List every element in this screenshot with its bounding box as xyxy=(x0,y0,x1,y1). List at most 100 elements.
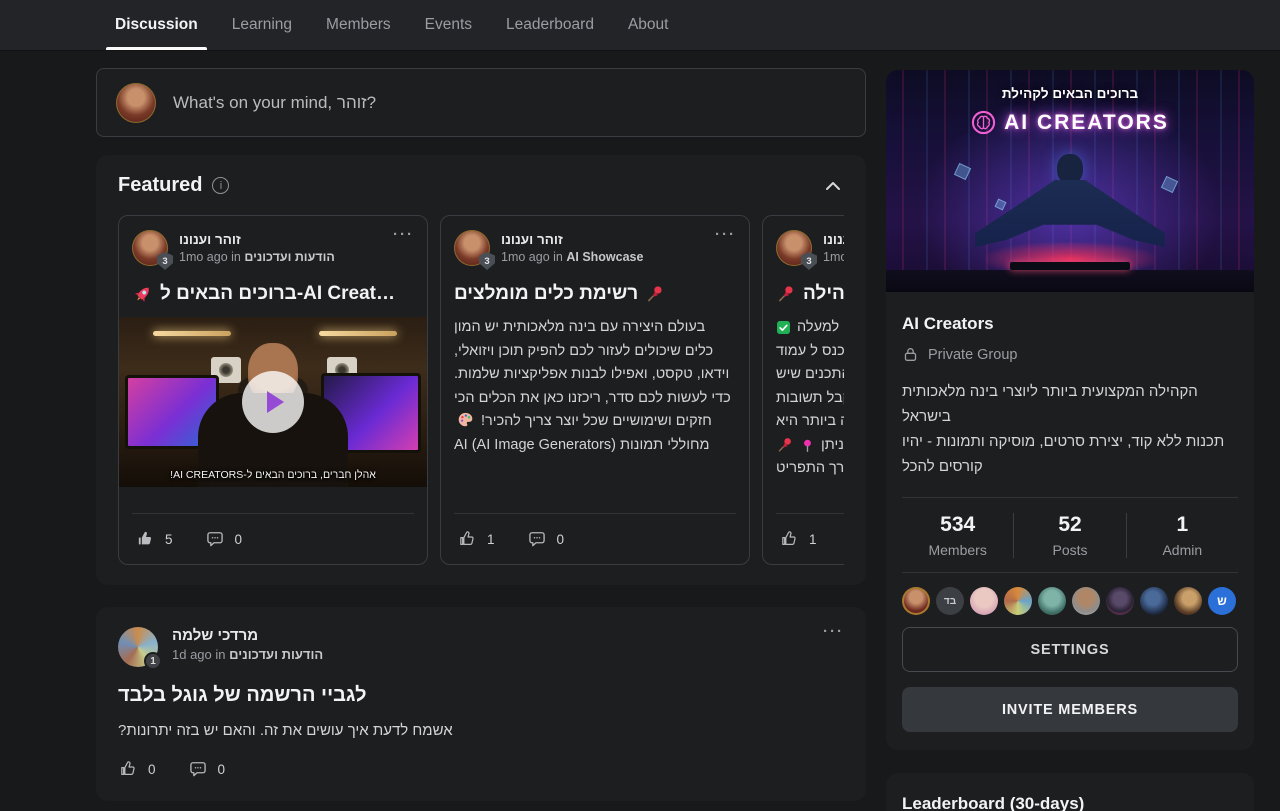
play-button[interactable] xyxy=(242,371,304,433)
member-avatars-row: בד ש xyxy=(902,573,1238,615)
tab-learning[interactable]: Learning xyxy=(232,0,292,50)
author-avatar[interactable]: 1 xyxy=(118,627,158,667)
brain-logo-icon xyxy=(971,110,996,135)
like-count: 1 xyxy=(809,532,817,547)
privacy-label: Private Group xyxy=(928,347,1017,363)
kebab-menu-icon[interactable]: ··· xyxy=(393,230,414,240)
like-button[interactable] xyxy=(118,759,138,779)
member-avatar[interactable] xyxy=(1140,587,1168,615)
post-title-text: ברוכים הבאים ל-AI Creat… xyxy=(160,283,395,305)
tab-about[interactable]: About xyxy=(628,0,669,50)
featured-card-tools[interactable]: 3 זוהר וענונו 1mo ago in AI Showcase ···… xyxy=(440,215,750,565)
member-avatar[interactable]: ש xyxy=(1208,587,1236,615)
tab-label: Leaderboard xyxy=(506,16,594,34)
stat-members[interactable]: 534 Members xyxy=(902,513,1013,558)
tab-label: Learning xyxy=(232,16,292,34)
post-time: 1mo ago in xyxy=(179,250,241,264)
tab-events[interactable]: Events xyxy=(425,0,472,50)
group-name: AI Creators xyxy=(902,314,1238,334)
current-user-avatar[interactable] xyxy=(116,83,156,123)
post-time: 1mo ago in xyxy=(501,250,563,264)
post-title-text: קהילה xyxy=(803,283,844,305)
featured-cards-row: 3 זוהר וענונו 1mo ago in הודעות ועדכונים… xyxy=(118,215,844,565)
author-name[interactable]: זוהר וענונו xyxy=(179,231,335,249)
like-count: 5 xyxy=(165,532,173,547)
author-avatar[interactable]: 3 xyxy=(454,230,490,266)
post-body: למעלה ? היכנס ל עמוד התכנים שיש קבל תשוב… xyxy=(776,316,844,482)
like-button[interactable] xyxy=(135,529,155,549)
post-category[interactable]: הודעות ועדכונים xyxy=(229,647,323,662)
comment-count: 0 xyxy=(557,532,565,547)
pushpin-emoji xyxy=(776,436,794,454)
author-avatar[interactable]: 3 xyxy=(776,230,812,266)
member-avatar[interactable] xyxy=(1038,587,1066,615)
member-avatar[interactable] xyxy=(970,587,998,615)
author-name[interactable]: זוהר וענונו xyxy=(501,231,643,249)
stat-posts[interactable]: 52 Posts xyxy=(1013,513,1125,558)
info-icon[interactable]: i xyxy=(212,177,229,194)
comment-icon xyxy=(188,759,208,779)
post-body-fragment: ניתן xyxy=(821,434,844,458)
member-avatar[interactable]: בד xyxy=(936,587,964,615)
like-button[interactable] xyxy=(457,529,477,549)
like-count: 1 xyxy=(487,532,495,547)
post-time: 1d ago in xyxy=(172,647,226,662)
thumbs-up-icon xyxy=(118,759,138,779)
post-body-fragment: קבל תשובות xyxy=(776,387,844,411)
author-name[interactable]: מרדכי שלמה xyxy=(172,627,323,644)
tab-leaderboard[interactable]: Leaderboard xyxy=(506,0,594,50)
cover-welcome-text: ברוכים הבאים לקהילת xyxy=(886,86,1254,101)
member-avatar[interactable] xyxy=(1072,587,1100,615)
comment-icon xyxy=(527,529,547,549)
kebab-menu-icon[interactable]: ··· xyxy=(823,627,844,637)
stat-label: Members xyxy=(902,542,1013,558)
like-count: 0 xyxy=(148,762,156,777)
post-meta: 1mo xyxy=(823,249,844,266)
author-name[interactable]: ענונו xyxy=(823,231,844,249)
member-avatar[interactable] xyxy=(1106,587,1134,615)
collapse-featured-button[interactable] xyxy=(822,175,844,197)
stat-label: Posts xyxy=(1014,542,1125,558)
featured-section: Featured i 3 זוהר וענונו 1mo ago in הודע… xyxy=(96,155,866,585)
featured-card-welcome[interactable]: 3 זוהר וענונו 1mo ago in הודעות ועדכונים… xyxy=(118,215,428,565)
stat-value: 1 xyxy=(1127,513,1238,537)
invite-members-button[interactable]: INVITE MEMBERS xyxy=(902,687,1238,732)
comment-button[interactable] xyxy=(527,529,547,549)
stat-admins[interactable]: 1 Admin xyxy=(1126,513,1238,558)
comment-button[interactable] xyxy=(205,529,225,549)
tab-discussion[interactable]: Discussion xyxy=(115,0,198,50)
settings-button[interactable]: SETTINGS xyxy=(902,627,1238,672)
studio-light xyxy=(153,331,231,336)
post-category[interactable]: AI Showcase xyxy=(566,250,643,264)
post-title: רשימת כלים מומלצים xyxy=(454,283,736,305)
comment-button[interactable] xyxy=(188,759,208,779)
chevron-up-icon xyxy=(822,175,844,197)
thumbs-up-icon xyxy=(779,529,799,549)
group-description-line: תכנות ללא קוד, יצירת סרטים, מוסיקה ותמונ… xyxy=(902,429,1238,479)
post-category[interactable]: הודעות ועדכונים xyxy=(244,250,334,264)
member-avatar[interactable] xyxy=(902,587,930,615)
video-thumbnail[interactable]: אהלן חברים, ברוכים הבאים ל-AI CREATORS! xyxy=(119,317,427,487)
tab-members[interactable]: Members xyxy=(326,0,391,50)
play-icon xyxy=(267,391,284,413)
featured-card-community[interactable]: 3 ענונו 1mo קהילה למעלה ? היכנס ל עמוד ה… xyxy=(762,215,844,565)
group-description: הקהילה המקצועית ביותר ליוצרי בינה מלאכות… xyxy=(902,379,1238,479)
kebab-menu-icon[interactable]: ··· xyxy=(715,230,736,240)
level-badge: 1 xyxy=(144,652,162,670)
post-meta: 1mo ago in AI Showcase xyxy=(501,249,643,266)
member-avatar[interactable] xyxy=(1174,587,1202,615)
lock-icon xyxy=(902,346,919,363)
stat-value: 534 xyxy=(902,513,1013,537)
group-cover-image[interactable]: ברוכים הבאים לקהילת AI CREATORS xyxy=(886,70,1254,292)
like-button[interactable] xyxy=(779,529,799,549)
post-composer[interactable]: What's on your mind, זוהר? xyxy=(96,68,866,137)
tab-label: Discussion xyxy=(115,16,198,34)
comment-count: 0 xyxy=(235,532,243,547)
leaderboard-card: Leaderboard (30-days) xyxy=(886,773,1254,811)
group-card: ברוכים הבאים לקהילת AI CREATORS AI Creat… xyxy=(886,70,1254,750)
level-badge: 3 xyxy=(479,252,495,270)
composer-prompt: What's on your mind, זוהר? xyxy=(173,93,376,113)
member-avatar[interactable] xyxy=(1004,587,1032,615)
feed-post[interactable]: 1 מרדכי שלמה 1d ago in הודעות ועדכונים ·… xyxy=(96,607,866,801)
author-avatar[interactable]: 3 xyxy=(132,230,168,266)
